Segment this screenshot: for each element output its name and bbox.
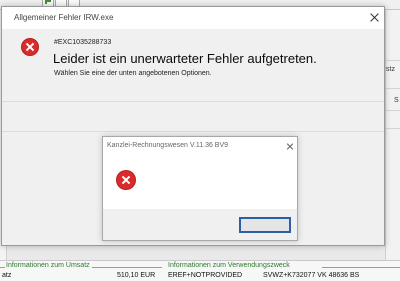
dialog-titlebar: Allgemeiner Fehler IRW.exe	[2, 7, 384, 29]
section-title-verwendungszweck: Informationen zum Verwendungszweck	[168, 262, 290, 269]
back-arrow-icon	[45, 0, 51, 4]
purpose-text: SVWZ+K732077 VK 48636 BS	[263, 272, 360, 279]
background-cell: S	[394, 97, 399, 104]
modal-footer	[103, 209, 297, 240]
row-label: atz	[2, 272, 12, 279]
modal-title: Kanzlei-Rechnungswesen V.11.36 BV9	[107, 142, 229, 149]
background-column-header: stz	[386, 66, 395, 73]
error-instructions: Wählen Sie eine der unten angebotenen Op…	[54, 70, 212, 77]
error-icon	[22, 39, 38, 55]
end-to-end-reference: EREF+NOTPROVIDED	[168, 272, 243, 279]
error-icon	[117, 171, 135, 189]
close-icon[interactable]	[284, 140, 296, 152]
section-title-umsatz: Informationen zum Umsatz	[6, 262, 90, 269]
divider	[2, 131, 384, 132]
divider	[2, 101, 384, 102]
ok-button[interactable]	[239, 217, 291, 233]
close-icon[interactable]	[366, 9, 382, 25]
error-heading: Leider ist ein unerwarteter Fehler aufge…	[53, 51, 317, 66]
transaction-info-panel: Informationen zum Umsatz Informationen z…	[0, 260, 400, 281]
error-code: #EXC1035288733	[54, 39, 112, 46]
background-right-strip	[385, 10, 400, 260]
application-error-modal: Kanzlei-Rechnungswesen V.11.36 BV9	[102, 136, 298, 241]
amount-value: 510,10 EUR	[117, 272, 156, 279]
dialog-title: Allgemeiner Fehler IRW.exe	[14, 13, 114, 22]
